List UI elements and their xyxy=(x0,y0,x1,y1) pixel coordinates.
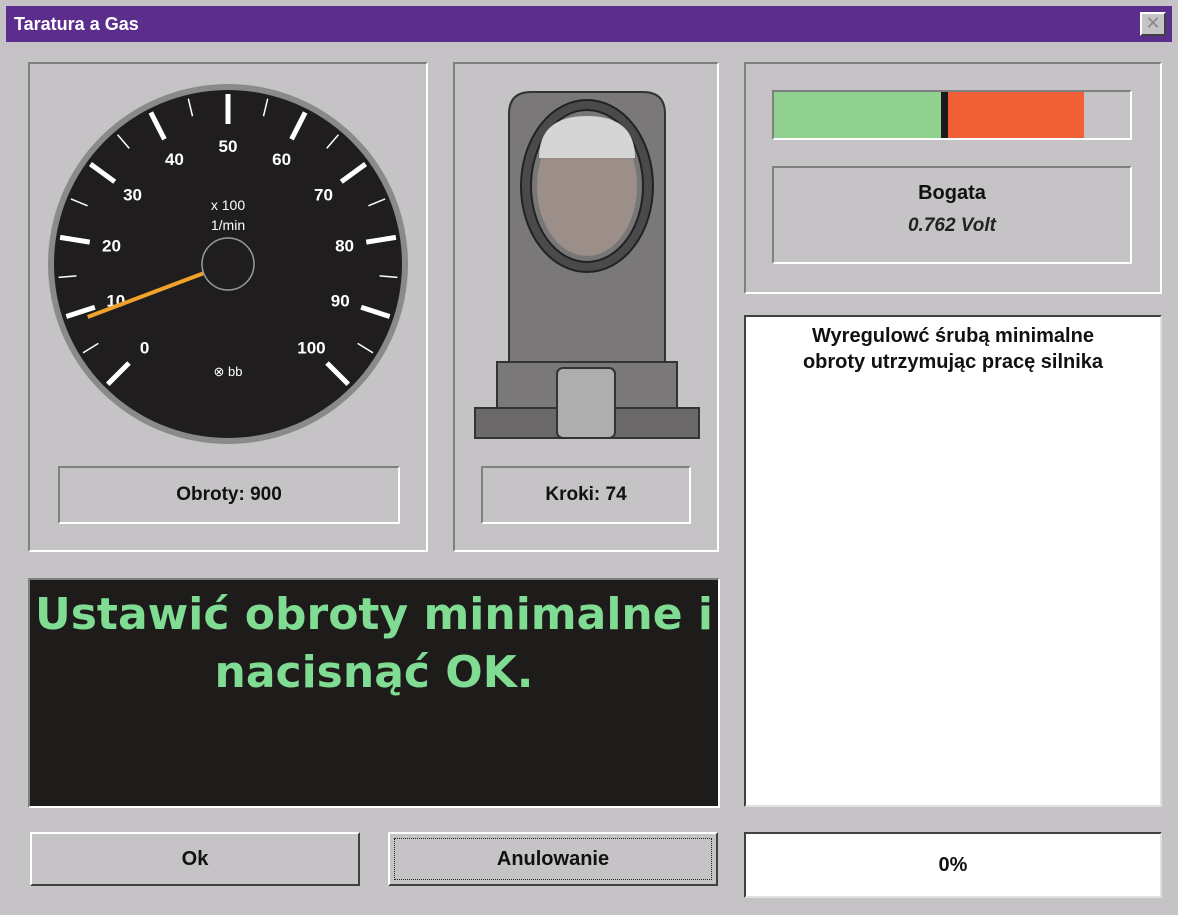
gauge-tick-label: 90 xyxy=(331,291,350,310)
instruction-display: Ustawić obroty minimalne i nacisnąć OK. xyxy=(28,578,720,808)
gauge-multiplier: x 100 xyxy=(211,197,245,213)
instructions-line-1: Wyregulowć śrubą minimalne xyxy=(812,325,1094,347)
calibration-window: Taratura a Gas ✕ 0 10 20 30 40 50 60 70 80 90 100 … xyxy=(0,0,1178,915)
cancel-button[interactable]: Anulowanie xyxy=(388,832,718,886)
gauge-tick-label: 100 xyxy=(297,338,325,357)
gauge-hub xyxy=(201,237,255,291)
gauge-tick-label: 20 xyxy=(102,237,121,256)
lambda-voltage: 0.762 Volt xyxy=(907,215,996,236)
ok-button[interactable]: Ok xyxy=(30,832,360,886)
instructions-panel: Wyregulowć śrubą minimalne obroty utrzym… xyxy=(744,315,1162,807)
gauge-tick-label: 60 xyxy=(272,150,291,169)
gauge-unit: 1/min xyxy=(211,217,245,233)
tachometer-gauge: 0102030405060708090100 x 100 1/min ⊗ bb xyxy=(48,84,408,444)
stepper-panel: Kroki: 74 xyxy=(453,62,719,552)
gauge-tick-label: 0 xyxy=(140,338,149,357)
instructions-line-2: obroty utrzymując pracę silnika xyxy=(802,351,1104,373)
mixture-label: Bogata xyxy=(918,182,986,204)
message-line-2: nacisnąć OK. xyxy=(214,647,534,698)
rpm-readout: Obroty: 900 xyxy=(58,466,400,524)
steps-readout: Kroki: 74 xyxy=(481,466,691,524)
mixture-status-box: Bogata 0.762 Volt xyxy=(772,166,1132,264)
gauge-tick-label: 30 xyxy=(123,186,142,205)
lambda-bar-lean-segment xyxy=(774,92,942,138)
gauge-tick-label: 40 xyxy=(165,150,184,169)
lambda-panel: Bogata 0.762 Volt xyxy=(744,62,1162,294)
title-bar[interactable]: Taratura a Gas ✕ xyxy=(6,6,1172,42)
close-icon[interactable]: ✕ xyxy=(1140,12,1166,36)
gauge-brand: ⊗ bb xyxy=(214,364,243,379)
gauge-tick-label: 50 xyxy=(219,137,238,156)
stepper-valve-icon xyxy=(474,91,700,439)
lambda-bar xyxy=(772,90,1132,140)
progress-indicator: 0% xyxy=(744,832,1162,898)
message-line-1: Ustawić obroty minimalne i xyxy=(35,589,713,640)
lambda-bar-marker xyxy=(941,92,949,138)
rpm-panel: 0 10 20 30 40 50 60 70 80 90 100 x 100 1/min ⊗ bb … xyxy=(28,62,428,552)
window-title: Taratura a Gas xyxy=(14,14,139,34)
gauge-tick-label: 70 xyxy=(314,186,333,205)
gauge-tick-label: 80 xyxy=(335,237,354,256)
lambda-bar-rich-segment xyxy=(948,92,1084,138)
